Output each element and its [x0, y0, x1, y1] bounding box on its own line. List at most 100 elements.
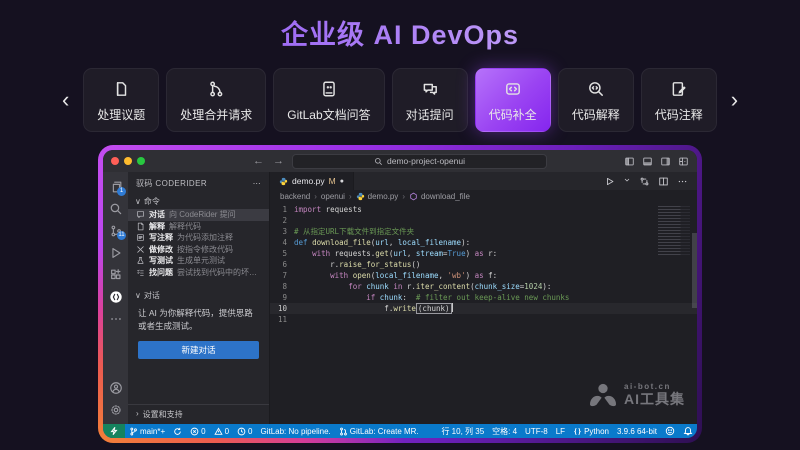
chevron-down-icon[interactable]: [623, 176, 631, 187]
activitybar-source-control[interactable]: 11: [103, 220, 128, 242]
code-line[interactable]: 4def download_file(url, local_filename):: [270, 237, 697, 248]
tab-demo-py[interactable]: demo.py M ●: [270, 172, 354, 190]
activitybar-coderider[interactable]: [103, 286, 128, 308]
token: [294, 282, 348, 291]
code-line[interactable]: 8 for chunk in r.iter_content(chunk_size…: [270, 281, 697, 292]
status-warning[interactable]: 0: [210, 427, 233, 436]
feature-card-chat-ask[interactable]: 对话提问: [392, 68, 468, 132]
line-number: 1: [270, 204, 294, 215]
code-line[interactable]: 2: [270, 215, 697, 226]
layout-customize-icon[interactable]: [678, 156, 689, 167]
diff-icon[interactable]: [639, 176, 650, 187]
breadcrumb-item-download_file[interactable]: download_file: [409, 192, 470, 201]
editor-tabbar: demo.py M ●: [270, 172, 697, 190]
status-text: Python: [584, 427, 609, 436]
command-item-做修改[interactable]: 做修改按指令修改代码: [128, 244, 269, 256]
settings-support-row[interactable]: › 设置和支持: [128, 404, 269, 424]
code-line[interactable]: 1import requests: [270, 204, 697, 215]
scrollbar[interactable]: [692, 203, 697, 424]
status-item[interactable]: 3.9.6 64-bit: [613, 427, 661, 436]
command-desc: 按指令修改代码: [177, 244, 233, 255]
status-item[interactable]: 空格: 4: [488, 426, 521, 437]
text-cursor: [452, 303, 453, 312]
activitybar-settings-gear[interactable]: [103, 399, 128, 421]
activitybar-more[interactable]: [103, 308, 128, 330]
command-desc: 为代码添加注释: [177, 232, 233, 243]
command-center-search[interactable]: demo-project-openui: [292, 154, 547, 169]
command-item-找问题[interactable]: 找问题尝试找到代码中的坏…: [128, 267, 269, 279]
breadcrumb-label: openui: [321, 192, 345, 201]
breadcrumb-item-demo.py[interactable]: demo.py: [356, 192, 399, 201]
new-chat-button[interactable]: 新建对话: [138, 341, 259, 359]
feature-card-code-complete[interactable]: 代码补全: [475, 68, 551, 132]
split-icon[interactable]: [658, 176, 669, 187]
status-item[interactable]: 行 10, 列 35: [437, 426, 488, 437]
status-item[interactable]: GitLab: No pipeline.: [256, 427, 334, 436]
breadcrumb-label: download_file: [421, 192, 470, 201]
status-item[interactable]: UTF-8: [521, 427, 552, 436]
chat-ask-icon: [421, 79, 439, 99]
history-forward-icon[interactable]: →: [273, 155, 284, 167]
code-line[interactable]: 6 r.raise_for_status(): [270, 259, 697, 270]
commands-section-header[interactable]: ∨ 命令: [128, 194, 269, 209]
status-pipeline[interactable]: 0: [233, 427, 256, 436]
activitybar-search[interactable]: [103, 198, 128, 220]
line-content: if chunk: # filter out keep-alive new ch…: [294, 292, 569, 303]
feature-card-code-explain[interactable]: 代码解释: [558, 68, 634, 132]
merge-request-icon: [207, 79, 225, 99]
code-line[interactable]: 3# 从指定URL下载文件到指定文件夹: [270, 226, 697, 237]
token: open: [353, 271, 371, 280]
code-line[interactable]: 11: [270, 314, 697, 325]
status-feedback[interactable]: [661, 426, 679, 436]
activitybar-explorer[interactable]: 1: [103, 176, 128, 198]
scrollbar-thumb[interactable]: [692, 233, 697, 308]
token: chunk_size: [475, 282, 520, 291]
history-back-icon[interactable]: ←: [253, 155, 264, 167]
status-error[interactable]: 0: [186, 427, 209, 436]
chat-section-header[interactable]: ∨ 对话: [128, 288, 269, 303]
status-item[interactable]: LF: [552, 427, 569, 436]
command-name: 解释: [149, 221, 165, 232]
feature-card-code-comment[interactable]: 代码注释: [641, 68, 717, 132]
feature-card-doc-qa[interactable]: GitLab文档问答: [273, 68, 384, 132]
more-icon[interactable]: [677, 176, 688, 187]
code-line[interactable]: 9 if chunk: # filter out keep-alive new …: [270, 292, 697, 303]
command-item-写注释[interactable]: 写注释为代码添加注释: [128, 232, 269, 244]
command-list: 对话向 CodeRider 提问解释解释代码写注释为代码添加注释做修改按指令修改…: [128, 209, 269, 278]
layout-sidebar-icon[interactable]: [624, 156, 635, 167]
token: write: [393, 304, 416, 313]
status-mr[interactable]: GitLab: Create MR.: [335, 427, 423, 436]
activitybar-account[interactable]: [103, 377, 128, 399]
line-content: def download_file(url, local_filename):: [294, 237, 470, 248]
traffic-lights[interactable]: [111, 157, 145, 165]
close-button[interactable]: [111, 157, 119, 165]
status-bell[interactable]: [679, 426, 697, 436]
activitybar-extensions[interactable]: [103, 264, 128, 286]
code-line[interactable]: 5 with requests.get(url, stream=True) as…: [270, 248, 697, 259]
minimap[interactable]: [658, 206, 690, 256]
breadcrumb-item-backend[interactable]: backend: [280, 192, 310, 201]
command-item-解释[interactable]: 解释解释代码: [128, 221, 269, 233]
status-branch[interactable]: main*+: [125, 427, 169, 436]
status-braces[interactable]: Python: [569, 427, 613, 436]
command-item-写测试[interactable]: 写测试生成单元测试: [128, 255, 269, 267]
run-icon[interactable]: [604, 176, 615, 187]
layout-secondary-icon[interactable]: [660, 156, 671, 167]
zoom-button[interactable]: [137, 157, 145, 165]
carousel-next-button[interactable]: ›: [725, 89, 744, 111]
feature-card-issue[interactable]: 处理议题: [83, 68, 159, 132]
carousel-prev-button[interactable]: ‹: [56, 89, 75, 111]
command-item-对话[interactable]: 对话向 CodeRider 提问: [128, 209, 269, 221]
status-sync[interactable]: [169, 427, 186, 436]
code-line[interactable]: 7 with open(local_filename, 'wb') as f:: [270, 270, 697, 281]
breadcrumb-item-openui[interactable]: openui: [321, 192, 345, 201]
unsaved-dot-icon[interactable]: ●: [340, 178, 344, 185]
sidebar-more-icon[interactable]: ⋯: [253, 179, 261, 188]
layout-panel-icon[interactable]: [642, 156, 653, 167]
status-remote[interactable]: [103, 424, 125, 438]
issue-icon: [112, 79, 130, 99]
minimize-button[interactable]: [124, 157, 132, 165]
feature-card-merge-request[interactable]: 处理合并请求: [166, 68, 266, 132]
code-line[interactable]: 10 f.write(chunk): [270, 303, 697, 314]
activitybar-debug[interactable]: [103, 242, 128, 264]
